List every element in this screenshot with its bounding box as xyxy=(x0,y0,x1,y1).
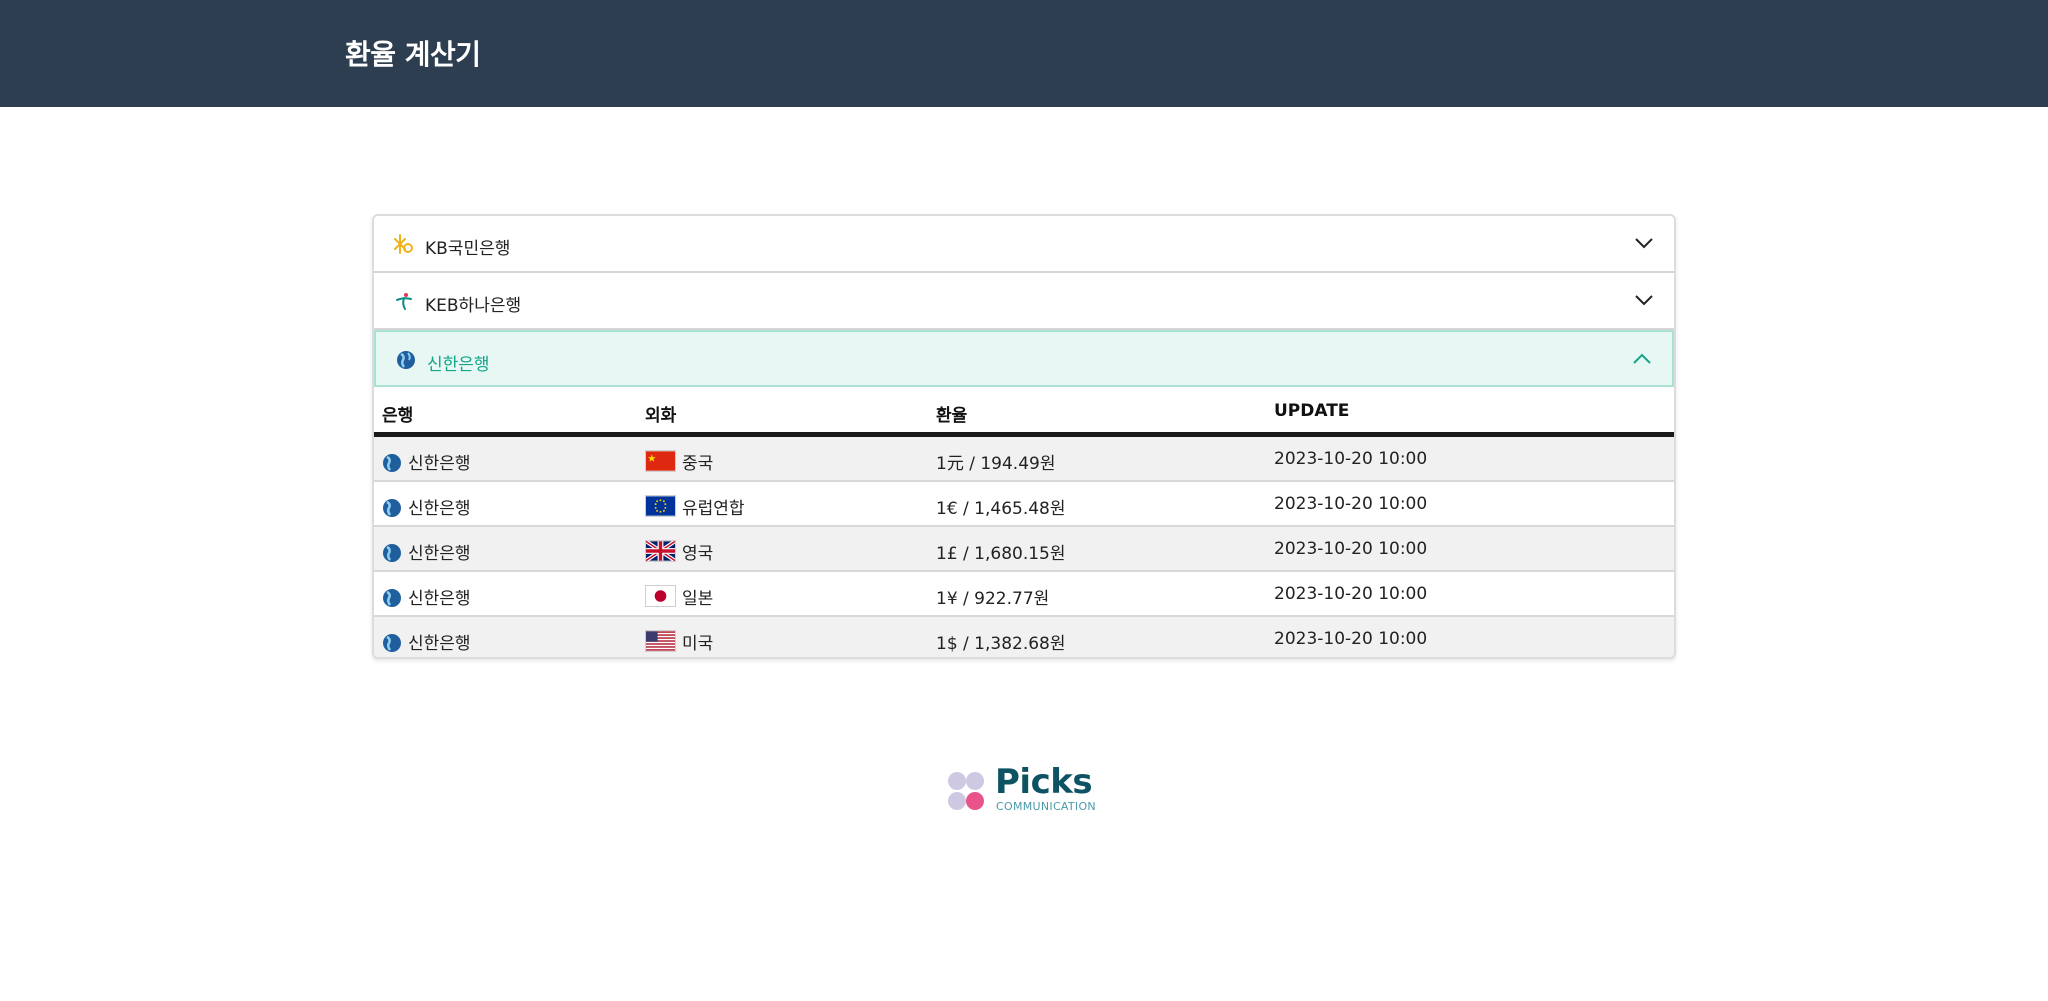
cell-update: 2023-10-20 10:00 xyxy=(1274,539,1428,559)
cell-update: 2023-10-20 10:00 xyxy=(1274,584,1428,604)
cell-country: 영국 xyxy=(682,544,714,564)
cell-rate: 1€ / 1,465.48원 xyxy=(936,499,1066,519)
brand-name: Picks xyxy=(995,762,1093,802)
cell-country: 중국 xyxy=(682,454,714,474)
usa-flag-icon xyxy=(645,630,676,652)
cell-rate: 1元 / 194.49원 xyxy=(936,454,1056,474)
column-header-bank: 은행 xyxy=(382,406,414,426)
uk-flag-icon xyxy=(645,540,676,562)
cell-bank: 신한은행 xyxy=(408,454,471,474)
accordion-item-shinhan[interactable]: 신한은행 xyxy=(374,330,1674,387)
cell-update: 2023-10-20 10:00 xyxy=(1274,494,1428,514)
chevron-up-icon[interactable] xyxy=(1632,352,1652,366)
cell-country: 일본 xyxy=(682,589,714,609)
accordion-item-kb[interactable]: KB국민은행 xyxy=(374,216,1674,273)
shinhan-globe-logo-icon xyxy=(383,634,401,652)
cell-rate: 1£ / 1,680.15원 xyxy=(936,544,1066,564)
eu-flag-icon xyxy=(645,495,676,517)
accordion-label-kb: KB국민은행 xyxy=(425,239,511,259)
table-row: 신한은행 유럽연합 1€ / 1,465.48원 2023-10-20 10:0… xyxy=(374,482,1674,527)
shinhan-globe-logo-icon xyxy=(383,499,401,517)
cell-bank: 신한은행 xyxy=(408,499,471,519)
column-header-currency: 외화 xyxy=(645,406,677,426)
app-header: 환율 계산기 xyxy=(0,0,2048,107)
shinhan-globe-logo-icon xyxy=(383,589,401,607)
column-header-rate: 환율 xyxy=(936,406,968,426)
hana-logo-icon xyxy=(396,293,412,310)
cell-bank: 신한은행 xyxy=(408,544,471,564)
japan-flag-icon xyxy=(645,585,676,607)
page-title: 환율 계산기 xyxy=(345,38,481,71)
table-row: 신한은행 일본 1¥ / 922.77원 2023-10-20 10:00 xyxy=(374,572,1674,617)
picks-logo-mark-icon xyxy=(948,772,984,810)
table-row: 신한은행 중국 1元 / 194.49원 2023-10-20 10:00 xyxy=(374,437,1674,482)
cell-bank: 신한은행 xyxy=(408,634,471,654)
cell-country: 유럽연합 xyxy=(682,499,745,519)
table-row: 신한은행 미국 1$ / 1,382.68원 2023-10-20 10:00 xyxy=(374,617,1674,657)
shinhan-globe-logo-icon xyxy=(397,351,415,369)
shinhan-globe-logo-icon xyxy=(383,454,401,472)
shinhan-globe-logo-icon xyxy=(383,544,401,562)
cell-country: 미국 xyxy=(682,634,714,654)
accordion-label-shinhan: 신한은행 xyxy=(427,355,490,375)
chevron-down-icon[interactable] xyxy=(1634,236,1654,250)
brand-subtitle: COMMUNICATION xyxy=(996,800,1096,813)
kb-star-logo-icon xyxy=(394,234,413,254)
accordion-item-hana[interactable]: KEB하나은행 xyxy=(374,273,1674,330)
cell-bank: 신한은행 xyxy=(408,589,471,609)
cell-rate: 1¥ / 922.77원 xyxy=(936,589,1050,609)
bank-accordion: KB국민은행 KEB하나은행 신한은행 은행 외화 환율 UPDATE 신한은행… xyxy=(372,214,1676,659)
china-flag-icon xyxy=(645,450,676,472)
picks-communication-logo: Picks COMMUNICATION xyxy=(945,762,1105,814)
cell-rate: 1$ / 1,382.68원 xyxy=(936,634,1066,654)
table-row: 신한은행 영국 1£ / 1,680.15원 2023-10-20 10:00 xyxy=(374,527,1674,572)
cell-update: 2023-10-20 10:00 xyxy=(1274,629,1428,649)
table-header: 은행 외화 환율 UPDATE xyxy=(374,389,1674,437)
column-header-update: UPDATE xyxy=(1274,401,1350,421)
accordion-label-hana: KEB하나은행 xyxy=(425,296,522,316)
chevron-down-icon[interactable] xyxy=(1634,293,1654,307)
cell-update: 2023-10-20 10:00 xyxy=(1274,449,1428,469)
